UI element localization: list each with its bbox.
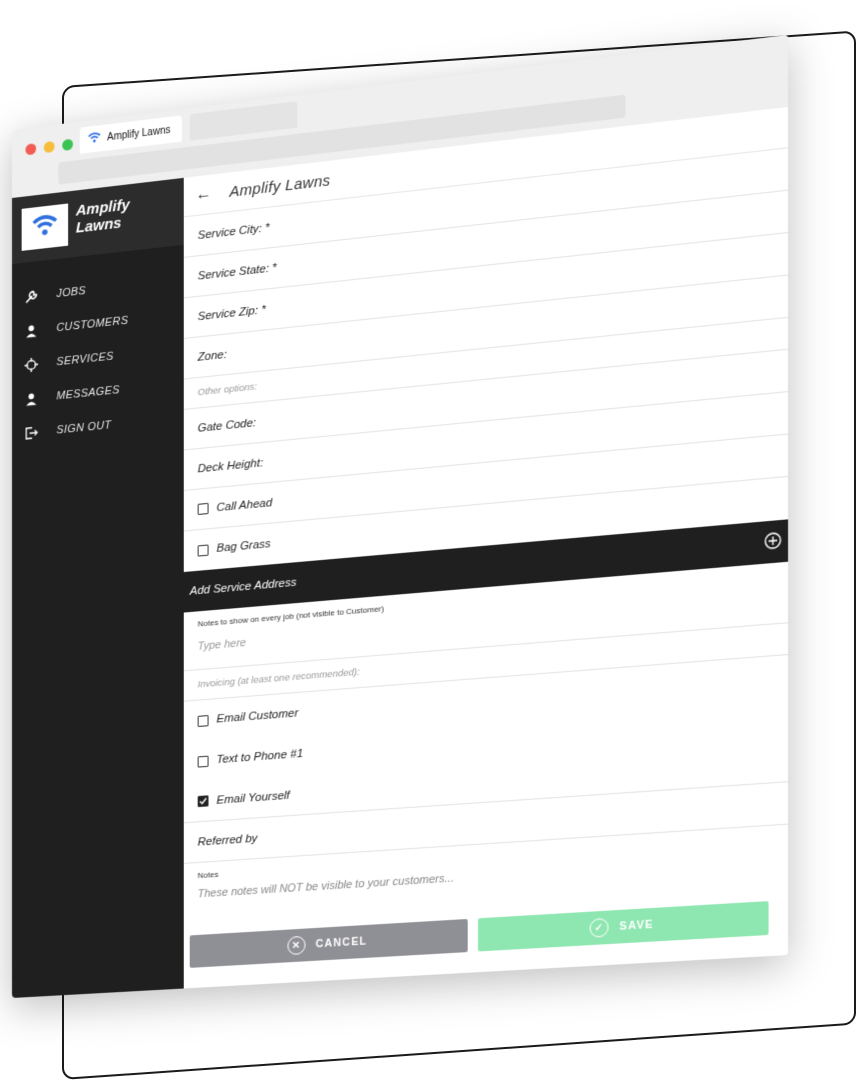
- section-label: Other options:: [198, 381, 257, 398]
- checkbox-label: Email Customer: [216, 707, 298, 725]
- maximize-dot[interactable]: [62, 139, 73, 151]
- sidebar-item-label: CUSTOMERS: [56, 315, 128, 335]
- page-title: Amplify Lawns: [229, 171, 330, 200]
- wifi-logo-icon: [88, 131, 102, 147]
- logo[interactable]: [22, 203, 68, 250]
- checkbox-label: Bag Grass: [216, 538, 270, 555]
- section-label: Invoicing (at least one recommended):: [198, 667, 360, 691]
- call-ahead-checkbox[interactable]: [198, 503, 209, 515]
- sidebar-item-label: SERVICES: [56, 350, 113, 368]
- tab-title: Amplify Lawns: [107, 124, 170, 143]
- brand-name: Amplify Lawns: [76, 192, 164, 236]
- wifi-logo-icon: [31, 212, 58, 242]
- main-content: ← Amplify Lawns Service City: * Service …: [184, 107, 788, 989]
- field-label: Service State: *: [198, 261, 277, 282]
- field-label: Zone:: [198, 348, 227, 363]
- field-label: Service Zip: *: [198, 303, 266, 322]
- field-label: Service City: *: [198, 221, 270, 241]
- checkbox-label: Text to Phone #1: [216, 748, 303, 767]
- text-phone-checkbox[interactable]: [198, 755, 209, 767]
- sidebar: Amplify Lawns JOBS CUSTOMERS SERVICES ME…: [12, 178, 184, 998]
- crosshair-icon: [24, 357, 39, 373]
- back-arrow-icon[interactable]: ←: [196, 185, 212, 205]
- minimize-dot[interactable]: [44, 141, 55, 153]
- sidebar-nav: JOBS CUSTOMERS SERVICES MESSAGES SIGN OU…: [12, 263, 184, 452]
- cancel-button[interactable]: ✕ CANCEL: [190, 919, 468, 968]
- bag-grass-checkbox[interactable]: [198, 544, 209, 556]
- sidebar-item-label: SIGN OUT: [56, 419, 111, 437]
- sidebar-item-label: MESSAGES: [56, 384, 119, 403]
- plus-circle-icon: [764, 531, 781, 553]
- sidebar-item-label: JOBS: [56, 285, 85, 300]
- close-dot[interactable]: [25, 143, 36, 155]
- email-yourself-checkbox[interactable]: [198, 795, 209, 807]
- cancel-label: CANCEL: [316, 935, 368, 950]
- checkbox-label: Call Ahead: [216, 496, 272, 513]
- browser-window: Amplify Lawns Amplify Lawns JOBS CUSTOME…: [12, 35, 788, 998]
- field-label: Deck Height:: [198, 457, 264, 475]
- save-label: SAVE: [619, 918, 654, 933]
- close-circle-icon: ✕: [287, 936, 305, 955]
- checkbox-label: Email Yourself: [216, 789, 289, 806]
- field-label: Gate Code:: [198, 416, 257, 434]
- save-button[interactable]: ✓ SAVE: [478, 901, 769, 951]
- person-icon: [24, 391, 39, 407]
- email-customer-checkbox[interactable]: [198, 715, 209, 727]
- browser-tab[interactable]: Amplify Lawns: [80, 115, 182, 154]
- field-label: Referred by: [198, 832, 258, 848]
- sign-out-icon: [24, 425, 39, 441]
- check-circle-icon: ✓: [590, 918, 609, 938]
- person-icon: [24, 323, 39, 339]
- wrench-icon: [24, 289, 39, 305]
- add-service-address-label: Add Service Address: [190, 577, 297, 598]
